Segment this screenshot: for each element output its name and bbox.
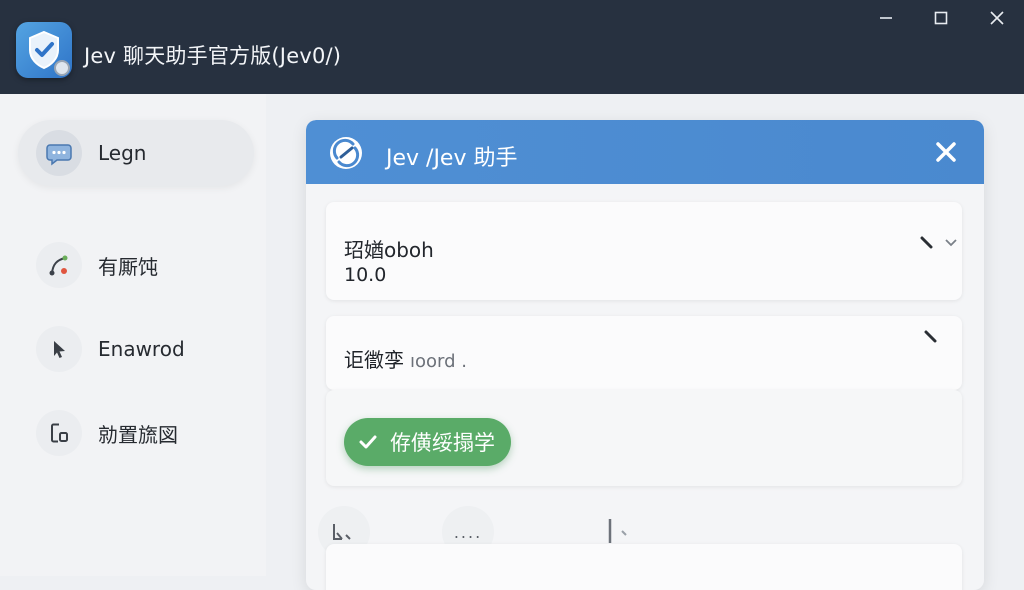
checkmark-icon	[358, 432, 378, 452]
maximize-button[interactable]	[927, 6, 955, 30]
field-value: 10.0	[344, 264, 387, 286]
field-label: 讵徾孪	[344, 348, 404, 372]
field-card-2[interactable]: 讵徾孪 ıoord .	[326, 316, 962, 390]
app-logo-icon	[16, 22, 72, 78]
field-row: 讵徾孪 ıoord .	[344, 344, 467, 373]
assistant-panel: Jev /Jev 助手 玿媨oboh 10.0 讵徾孪 ıoord . 侟僙绥搨…	[306, 120, 984, 590]
field-label: 玿媨oboh	[344, 238, 434, 262]
field-card-3[interactable]	[326, 544, 962, 590]
sidebar-item-label: Legn	[98, 141, 147, 165]
edit-mark-icon	[924, 330, 937, 343]
more-label: ....	[453, 522, 483, 542]
sidebar-item-2[interactable]: 有厮饨	[18, 232, 254, 298]
sidebar-item-legn[interactable]: Legn	[18, 120, 254, 186]
close-icon	[936, 142, 956, 162]
sidebar-item-label: 勍置旒図	[98, 422, 178, 447]
text-cursor-icon	[608, 519, 627, 543]
panel-header: Jev /Jev 助手	[306, 120, 984, 184]
panel-close-button[interactable]	[934, 140, 958, 168]
window-title: Jev 聊天助手官方版(Jev0/)	[84, 44, 342, 68]
assistant-logo-icon	[328, 135, 364, 175]
close-button[interactable]	[983, 6, 1011, 30]
sidebar-item-4[interactable]: 勍置旒図	[18, 400, 254, 466]
minimize-button[interactable]	[872, 6, 900, 30]
title-bar: Jev 聊天助手官方版(Jev0/)	[0, 0, 1024, 94]
sidebar-item-label: Enawrod	[98, 337, 185, 361]
primary-action-button[interactable]: 侟僙绥搨学	[344, 418, 511, 466]
text-format-icon	[333, 524, 351, 540]
sidebar-item-enawrod[interactable]: Enawrod	[18, 316, 254, 382]
field-card-1[interactable]: 玿媨oboh 10.0	[326, 202, 962, 300]
edit-mark-icon	[920, 236, 933, 249]
chevron-down-icon[interactable]	[944, 238, 958, 248]
minimize-icon	[880, 17, 892, 19]
sidebar-item-label: 有厮饨	[98, 254, 158, 279]
share-nodes-icon	[36, 242, 82, 288]
close-icon	[990, 11, 1004, 25]
panel-title: Jev /Jev 助手	[386, 146, 518, 171]
maximize-icon	[934, 11, 948, 25]
primary-action-label: 侟僙绥搨学	[390, 431, 495, 455]
cursor-arrow-icon	[36, 326, 82, 372]
field-value: ıoord .	[410, 351, 467, 372]
settings-box-icon	[36, 410, 82, 456]
chat-bubble-icon	[36, 130, 82, 176]
sidebar: Legn 有厮饨 Enawrod 勍置旒図	[0, 94, 267, 576]
